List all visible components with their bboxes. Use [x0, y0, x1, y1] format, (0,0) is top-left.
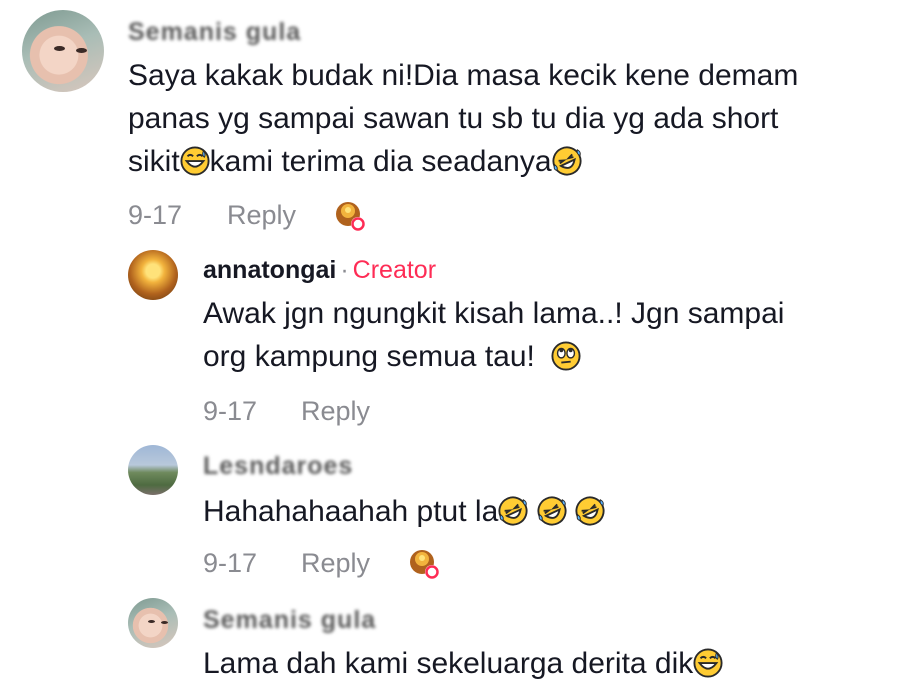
avatar[interactable]: [22, 10, 104, 92]
reply-button[interactable]: Reply: [301, 548, 370, 579]
reply-button[interactable]: Reply: [301, 396, 370, 427]
creator-badge: Creator: [352, 256, 437, 284]
rolling-on-floor-laughing-emoji-icon: [498, 496, 528, 526]
rolling-on-floor-laughing-emoji-icon: [537, 496, 567, 526]
rolling-on-floor-laughing-emoji-icon: [552, 146, 582, 176]
creator-liked-badge-icon: [334, 200, 366, 232]
comment-text: Saya kakak budak ni!Dia masa kecik kene …: [128, 59, 799, 178]
reply-comment-item: Lesndaroes Hahahahaahah ptut la 9-17 Rep…: [0, 440, 900, 590]
comment-item: Semanis gula Saya kakak budak ni!Dia mas…: [0, 0, 900, 240]
comment-text: Hahahahaahah ptut la: [203, 490, 605, 533]
comment-text: Lama dah kami sekeluarga derita dik: [203, 642, 723, 685]
username-line: annatongai · Creator: [203, 256, 436, 285]
comment-date: 9-17: [203, 548, 258, 578]
comment-text: Awak jgn ngungkit kisah lama..! Jgn samp…: [203, 297, 785, 373]
grinning-sweat-emoji-icon: [180, 146, 210, 176]
username[interactable]: annatongai: [203, 256, 336, 284]
comment-date: 9-17: [128, 200, 183, 230]
username[interactable]: Semanis gula: [203, 606, 376, 635]
avatar[interactable]: [128, 598, 178, 648]
rolling-on-floor-laughing-emoji-icon: [575, 496, 605, 526]
avatar[interactable]: [128, 250, 178, 300]
username[interactable]: Lesndaroes: [203, 452, 353, 481]
reply-comment-item: annatongai · Creator Awak jgn ngungkit kis…: [0, 240, 900, 440]
username[interactable]: Semanis gula: [128, 18, 301, 47]
separator: ·: [340, 256, 349, 284]
creator-liked-badge-icon: [408, 548, 440, 580]
face-with-rolling-eyes-emoji-icon: [551, 341, 581, 371]
avatar[interactable]: [128, 445, 178, 495]
grinning-sweat-emoji-icon: [693, 648, 723, 678]
comment-date: 9-17: [203, 396, 258, 426]
reply-button[interactable]: Reply: [227, 200, 296, 231]
reply-comment-item: Semanis gula Lama dah kami sekeluarga de…: [0, 590, 900, 698]
